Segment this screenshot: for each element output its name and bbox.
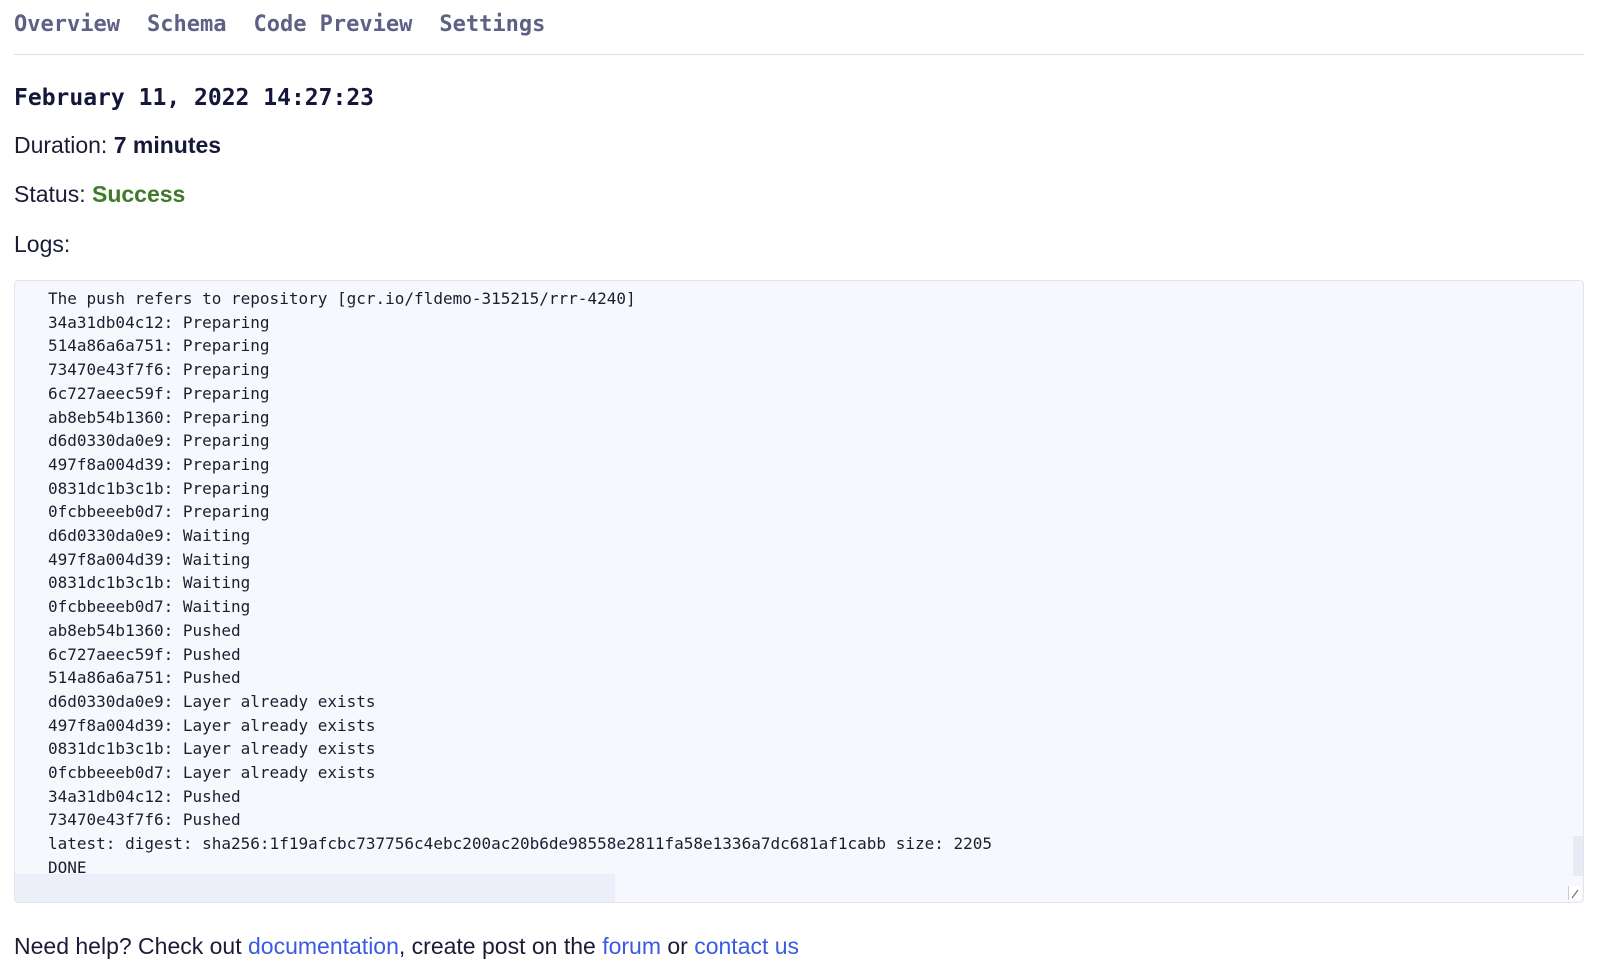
log-line: ab8eb54b1360: Preparing [48,407,270,427]
log-line: 497f8a004d39: Layer already exists [48,715,376,735]
log-text: The push refers to repository [gcr.io/fl… [48,287,992,880]
help-or: or [660,933,695,959]
log-line: 0fcbbeeeb0d7: Preparing [48,502,270,522]
log-line: ab8eb54b1360: Pushed [48,620,241,640]
log-line: 514a86a6a751: Preparing [48,336,270,356]
status-label: Status: [14,181,86,207]
horizontal-scrollbar[interactable] [15,874,615,902]
status-row: Status: Success [14,181,185,208]
tab-overview[interactable]: Overview [14,12,120,37]
log-line: 497f8a004d39: Waiting [48,549,251,569]
log-line: 0831dc1b3c1b: Layer already exists [48,739,376,759]
duration-label: Duration: [14,132,108,158]
duration-value: 7 minutes [113,132,222,158]
help-middle: , create post on the [398,933,603,959]
log-line: d6d0330da0e9: Waiting [48,526,251,546]
log-line: d6d0330da0e9: Preparing [48,431,270,451]
log-line: 34a31db04c12: Pushed [48,786,241,806]
log-line: 0fcbbeeeb0d7: Waiting [48,597,251,617]
log-line: d6d0330da0e9: Layer already exists [48,691,376,711]
resize-handle-icon[interactable] [1568,886,1581,900]
log-line: 514a86a6a751: Pushed [48,668,241,688]
tab-bar: Overview Schema Code Preview Settings [14,0,1584,55]
status-value: Success [92,181,186,207]
build-date: February 11, 2022 14:27:23 [14,85,375,111]
help-prefix: Need help? Check out [14,933,248,959]
tab-code-preview[interactable]: Code Preview [253,12,412,37]
help-text: Need help? Check out documentation, crea… [14,933,799,960]
log-line: The push refers to repository [gcr.io/fl… [48,289,636,308]
logs-label: Logs: [14,231,71,257]
vertical-scrollbar[interactable] [1573,836,1583,876]
log-line: 0fcbbeeeb0d7: Layer already exists [48,763,376,783]
duration-row: Duration: 7 minutes [14,132,221,159]
log-line: 0831dc1b3c1b: Waiting [48,573,251,593]
contact-us-link[interactable]: contact us [694,933,799,959]
log-line: 73470e43f7f6: Preparing [48,360,270,380]
log-line: 6c727aeec59f: Preparing [48,383,270,403]
log-line: 0831dc1b3c1b: Preparing [48,478,270,498]
tab-schema[interactable]: Schema [147,12,226,37]
log-line: 497f8a004d39: Preparing [48,454,270,474]
documentation-link[interactable]: documentation [248,933,399,959]
tab-settings[interactable]: Settings [439,12,545,37]
log-line: 6c727aeec59f: Pushed [48,644,241,664]
log-output-box[interactable]: The push refers to repository [gcr.io/fl… [14,280,1584,903]
log-line: 34a31db04c12: Preparing [48,312,270,332]
log-line: latest: digest: sha256:1f19afcbc737756c4… [48,834,993,854]
log-line: 73470e43f7f6: Pushed [48,810,241,830]
forum-link[interactable]: forum [602,933,661,959]
